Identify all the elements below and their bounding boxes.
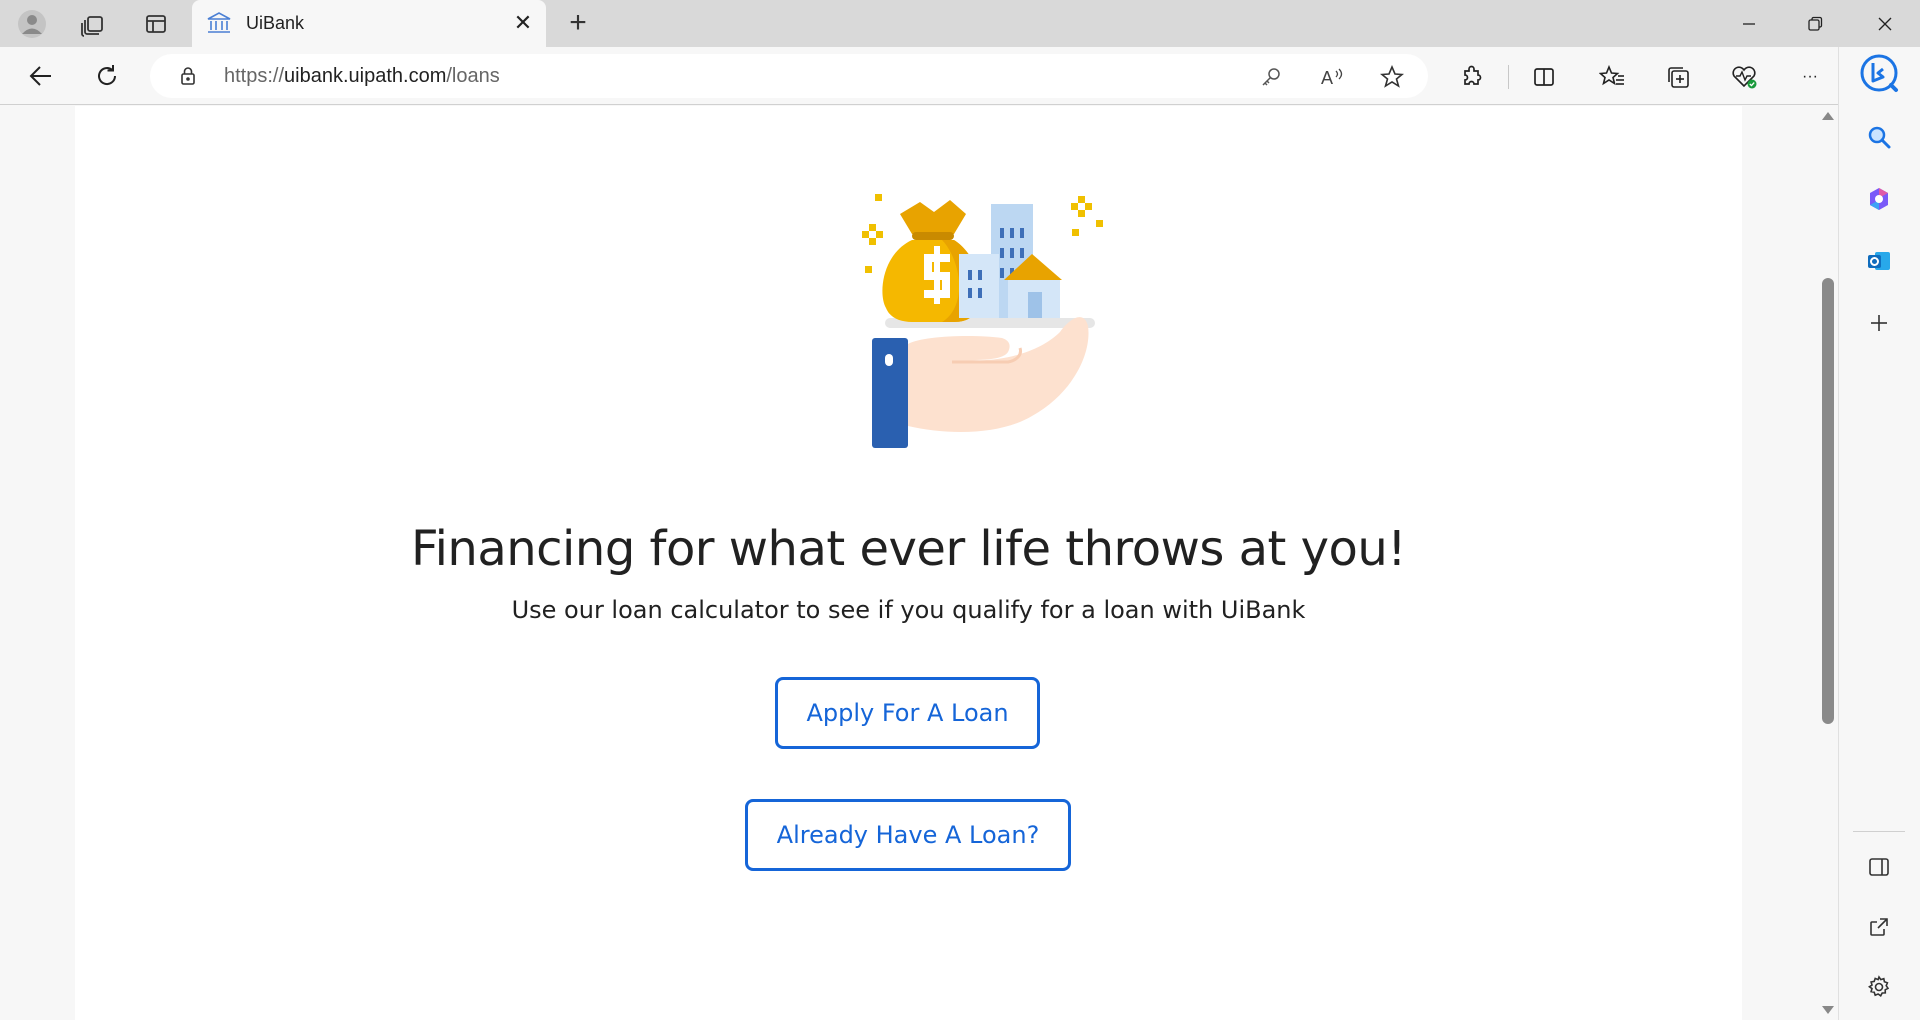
close-window-icon[interactable] xyxy=(1852,0,1918,47)
lock-icon[interactable] xyxy=(178,66,198,86)
page-viewport: Financing for what ever life throws at y… xyxy=(0,106,1838,1020)
page-title: Financing for what ever life throws at y… xyxy=(410,521,1407,577)
add-sidebar-app-icon[interactable] xyxy=(1857,301,1901,345)
extensions-icon[interactable] xyxy=(1456,61,1488,93)
browser-essentials-icon[interactable] xyxy=(1728,61,1760,93)
bing-copilot-icon[interactable] xyxy=(1857,51,1901,95)
collections-icon[interactable] xyxy=(1662,61,1694,93)
edge-sidebar xyxy=(1838,47,1920,1020)
close-tab-icon[interactable]: ✕ xyxy=(510,10,536,36)
bank-icon xyxy=(206,11,232,35)
outlook-icon[interactable] xyxy=(1857,239,1901,283)
loans-page: Financing for what ever life throws at y… xyxy=(75,106,1742,1020)
page-subtitle: Use our loan calculator to see if you qu… xyxy=(511,596,1306,624)
split-screen-icon[interactable] xyxy=(1528,61,1560,93)
apply-for-loan-button[interactable]: Apply For A Loan xyxy=(775,677,1040,749)
tab-bar: UiBank ✕ + xyxy=(0,0,1920,47)
scroll-up-arrow-icon[interactable] xyxy=(1822,112,1834,120)
copilot-icon[interactable] xyxy=(1857,177,1901,221)
svg-text:A: A xyxy=(1321,68,1333,88)
address-bar[interactable]: https://uibank.uipath.com/loans A xyxy=(150,54,1428,98)
restore-icon[interactable] xyxy=(1782,0,1848,47)
toolbar-separator xyxy=(1508,65,1509,89)
search-icon[interactable] xyxy=(1857,115,1901,159)
favorite-star-icon[interactable] xyxy=(1377,62,1407,92)
vertical-tabs-icon[interactable] xyxy=(138,6,174,42)
url-text[interactable]: https://uibank.uipath.com/loans xyxy=(224,65,500,88)
tab-title: UiBank xyxy=(246,13,305,33)
navigation-bar: https://uibank.uipath.com/loans A ··· xyxy=(0,47,1920,105)
profile-icon[interactable] xyxy=(14,6,50,42)
already-have-loan-button[interactable]: Already Have A Loan? xyxy=(745,799,1071,871)
minimize-icon[interactable] xyxy=(1716,0,1782,47)
favorites-icon[interactable] xyxy=(1596,61,1628,93)
refresh-icon[interactable] xyxy=(88,57,126,95)
back-icon[interactable] xyxy=(22,57,60,95)
loan-illustration xyxy=(772,184,1124,448)
open-external-icon[interactable] xyxy=(1857,905,1901,949)
sidebar-divider xyxy=(1853,831,1905,832)
more-options-icon[interactable]: ··· xyxy=(1794,61,1826,93)
hide-sidebar-icon[interactable] xyxy=(1857,845,1901,889)
password-key-icon[interactable] xyxy=(1256,62,1286,92)
scroll-down-arrow-icon[interactable] xyxy=(1822,1006,1834,1014)
read-aloud-icon[interactable]: A xyxy=(1318,62,1348,92)
settings-gear-icon[interactable] xyxy=(1857,965,1901,1009)
workspaces-icon[interactable] xyxy=(75,6,111,42)
page-scrollbar[interactable] xyxy=(1818,106,1838,1020)
new-tab-button[interactable]: + xyxy=(560,6,596,42)
scrollbar-thumb[interactable] xyxy=(1822,278,1834,724)
tab-uibank[interactable]: UiBank ✕ xyxy=(192,0,546,47)
